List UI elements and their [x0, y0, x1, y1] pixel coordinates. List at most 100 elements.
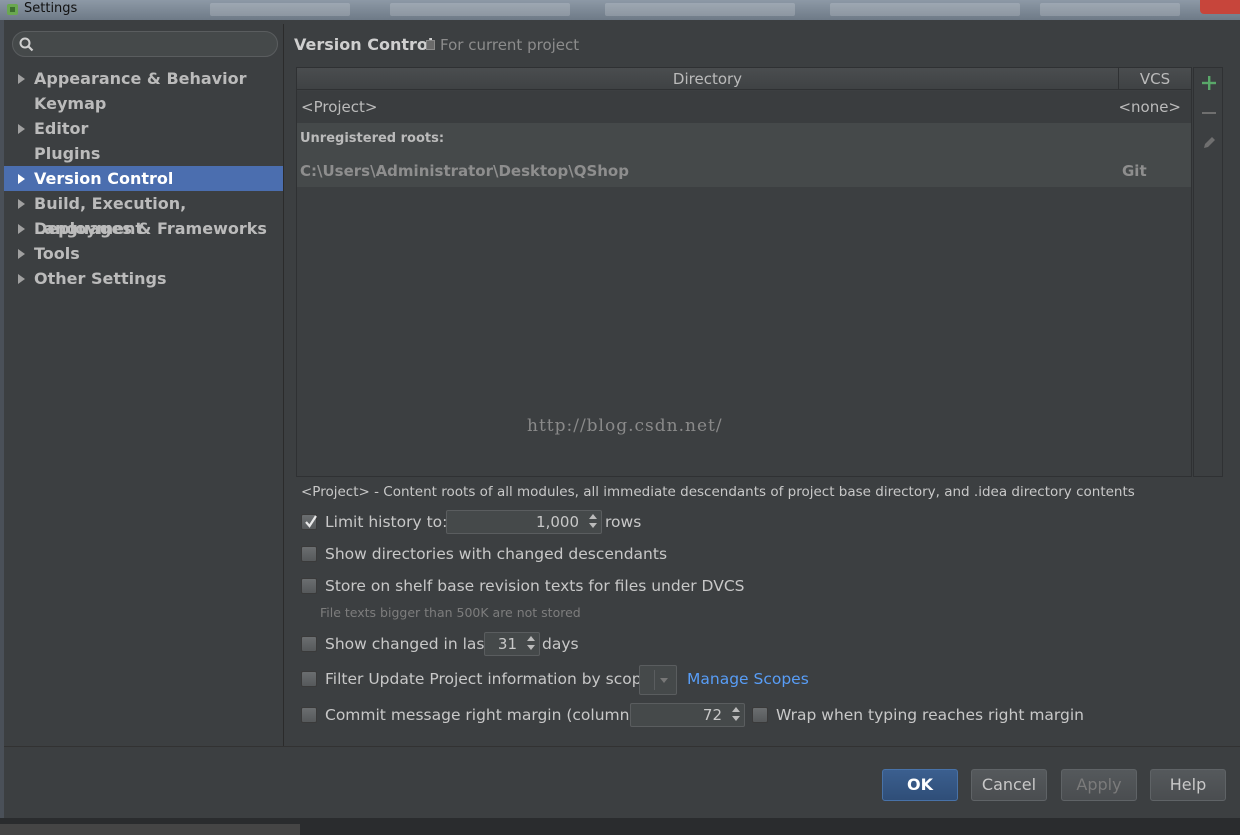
commit-margin-checkbox[interactable]	[301, 707, 317, 723]
edit-icon[interactable]	[1200, 134, 1218, 152]
android-studio-icon	[7, 4, 18, 15]
show-changed-label: Show changed in last	[325, 635, 491, 653]
limit-history-checkbox[interactable]	[301, 514, 317, 530]
dialog-footer: OK Cancel Apply Help	[4, 746, 1240, 818]
vcs-cell: <none>	[1118, 98, 1181, 116]
store-shelf-checkbox[interactable]	[301, 578, 317, 594]
window-title: Settings	[24, 1, 78, 16]
commit-margin-label: Commit message right margin (columns):	[325, 706, 649, 724]
sidebar-item-label: Version Control	[34, 169, 174, 188]
store-shelf-option: Store on shelf base revision texts for f…	[301, 575, 1001, 597]
taskbar-strip	[0, 818, 1240, 835]
sidebar-item-plugins[interactable]: Plugins	[4, 141, 283, 166]
spinner-arrows-icon[interactable]	[730, 707, 742, 723]
search-icon	[19, 37, 34, 52]
spinner-arrows-icon[interactable]	[587, 514, 599, 530]
sidebar-item-label: Appearance & Behavior	[34, 69, 247, 88]
wrap-typing-option: Wrap when typing reaches right margin	[752, 704, 1092, 726]
vcs-cell: Git	[1122, 162, 1147, 180]
days-label: days	[542, 635, 579, 653]
table-row[interactable]: <Project> <none>	[297, 91, 1191, 123]
sidebar-item-label: Editor	[34, 119, 89, 138]
sidebar-item-label: Tools	[34, 244, 80, 263]
expand-arrow-icon[interactable]	[18, 224, 25, 234]
sidebar-item-label: Other Settings	[34, 269, 167, 288]
expand-arrow-icon[interactable]	[18, 249, 25, 259]
filter-update-label: Filter Update Project information by sco…	[325, 670, 652, 688]
limit-history-value[interactable]: 1,000	[536, 511, 579, 533]
expand-arrow-icon[interactable]	[18, 74, 25, 84]
filter-update-option: Filter Update Project information by sco…	[301, 668, 651, 690]
background-tab	[390, 3, 570, 16]
search-box[interactable]	[12, 31, 278, 57]
show-dirs-checkbox[interactable]	[301, 546, 317, 562]
rows-label: rows	[605, 513, 642, 531]
show-dirs-option: Show directories with changed descendant…	[301, 543, 901, 565]
show-dirs-label: Show directories with changed descendant…	[325, 545, 668, 563]
spinner-arrows-icon[interactable]	[525, 636, 537, 652]
sidebar-item-label: Languages & Frameworks	[34, 219, 267, 238]
limit-history-label: Limit history to:	[325, 513, 448, 531]
page-title: Version Control	[294, 35, 434, 54]
settings-tree: Appearance & Behavior Keymap Editor Plugins…	[4, 66, 283, 291]
directory-cell: <Project>	[301, 98, 378, 116]
commit-margin-spinner[interactable]: 72	[630, 703, 745, 727]
sidebar-item-version-control[interactable]: Version Control	[4, 166, 283, 191]
background-tab	[210, 3, 350, 16]
filter-update-checkbox[interactable]	[301, 671, 317, 687]
sidebar-item-build-execution-deployment[interactable]: Build, Execution, Deployment	[4, 191, 283, 238]
commit-margin-value[interactable]: 72	[703, 704, 722, 726]
settings-sidebar: Appearance & Behavior Keymap Editor Plugins…	[4, 24, 284, 746]
show-changed-spinner[interactable]: 31	[484, 632, 540, 656]
sidebar-item-languages-frameworks[interactable]: Languages & Frameworks	[4, 216, 283, 241]
expand-arrow-icon[interactable]	[18, 174, 25, 184]
commit-margin-option: Commit message right margin (columns):	[301, 704, 649, 726]
store-shelf-label: Store on shelf base revision texts for f…	[325, 577, 745, 595]
project-scope-icon	[426, 40, 435, 50]
sidebar-item-appearance-behavior[interactable]: Appearance & Behavior	[4, 66, 283, 91]
sidebar-item-editor[interactable]: Editor	[4, 116, 283, 141]
store-shelf-hint: File texts bigger than 500K are not stor…	[320, 605, 581, 620]
background-tab	[605, 3, 795, 16]
background-tab	[830, 3, 1020, 16]
cancel-button[interactable]: Cancel	[971, 769, 1047, 801]
sidebar-item-other-settings[interactable]: Other Settings	[4, 266, 283, 291]
apply-button[interactable]: Apply	[1061, 769, 1137, 801]
checkmark-icon	[305, 515, 317, 528]
manage-scopes-link[interactable]: Manage Scopes	[687, 670, 809, 688]
show-changed-checkbox[interactable]	[301, 636, 317, 652]
watermark: http://blog.csdn.net/	[527, 416, 723, 436]
dropdown-separator	[654, 670, 655, 690]
vcs-mappings-table[interactable]: Directory VCS <Project> <none> Unregiste…	[296, 67, 1192, 477]
show-changed-value[interactable]: 31	[498, 633, 517, 655]
page-subtitle: For current project	[440, 36, 580, 54]
project-description: <Project> - Content roots of all modules…	[301, 484, 1135, 500]
directory-cell: C:\Users\Administrator\Desktop\QShop	[300, 162, 629, 180]
table-row[interactable]: C:\Users\Administrator\Desktop\QShop Git	[297, 155, 1191, 187]
close-button[interactable]	[1200, 0, 1240, 14]
show-changed-suffix: days	[542, 633, 579, 655]
background-tab	[1040, 3, 1180, 16]
expand-arrow-icon[interactable]	[18, 274, 25, 284]
chevron-down-icon	[660, 678, 668, 683]
sidebar-item-tools[interactable]: Tools	[4, 241, 283, 266]
column-header-vcs[interactable]: VCS	[1119, 68, 1191, 90]
scope-dropdown[interactable]	[639, 665, 677, 695]
title-bar: Settings	[0, 0, 1240, 20]
wrap-typing-checkbox[interactable]	[752, 707, 768, 723]
table-toolbar	[1193, 67, 1223, 477]
expand-arrow-icon[interactable]	[18, 199, 25, 209]
sidebar-item-label: Plugins	[34, 144, 101, 163]
ok-button[interactable]: OK	[882, 769, 958, 801]
limit-history-spinner[interactable]: 1,000	[446, 510, 602, 534]
unregistered-roots-label: Unregistered roots:	[297, 123, 1191, 155]
remove-icon[interactable]	[1200, 104, 1218, 122]
search-input[interactable]	[39, 34, 269, 54]
column-header-directory[interactable]: Directory	[297, 68, 1119, 90]
expand-arrow-icon[interactable]	[18, 124, 25, 134]
sidebar-item-keymap[interactable]: Keymap	[4, 91, 283, 116]
limit-history-suffix: rows	[605, 511, 641, 533]
help-button[interactable]: Help	[1150, 769, 1226, 801]
sidebar-item-label: Keymap	[34, 94, 107, 113]
add-icon[interactable]	[1200, 74, 1218, 92]
